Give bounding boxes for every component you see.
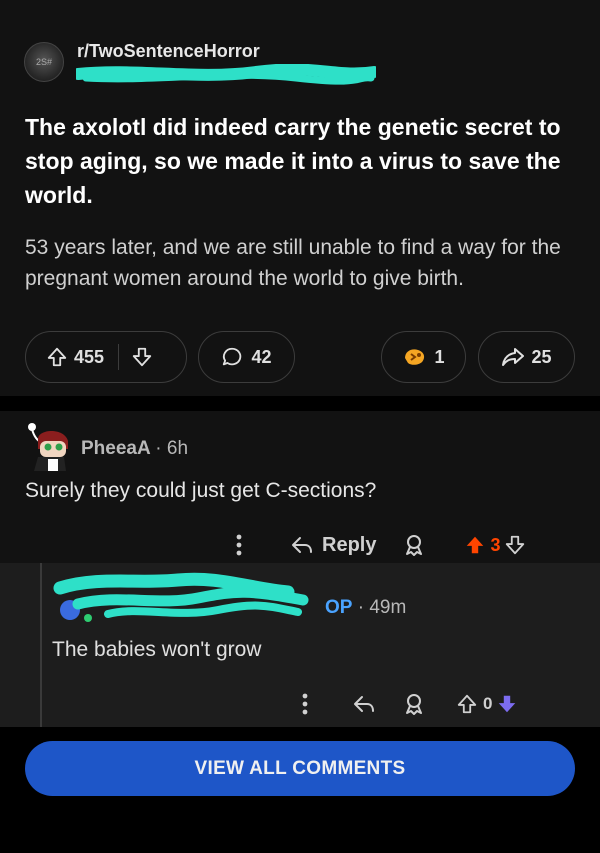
reply-button[interactable]: Reply — [290, 534, 376, 557]
view-all-comments-button[interactable]: VIEW ALL COMMENTS — [25, 741, 575, 796]
award-icon — [402, 346, 428, 368]
more-options-icon[interactable] — [226, 534, 252, 556]
subreddit-avatar-text: 2S# — [35, 57, 52, 67]
reply-text: The babies won't grow — [52, 638, 262, 661]
reply-arrow-icon[interactable] — [352, 694, 376, 714]
upvote-arrow-icon[interactable] — [456, 693, 478, 715]
award-button[interactable]: 1 — [381, 331, 466, 383]
comment-count: 42 — [251, 346, 272, 367]
comment-text: Surely they could just get C-sections? — [25, 479, 377, 502]
thread-line[interactable] — [40, 563, 42, 727]
subreddit-avatar[interactable]: 2S# — [24, 42, 64, 82]
reply-score: 0 — [483, 694, 493, 713]
award-ribbon-icon[interactable] — [402, 533, 426, 557]
reply-time-sep: · — [357, 597, 370, 618]
reply-actions: 0 — [292, 687, 518, 721]
vote-control: 455 — [25, 331, 187, 383]
reply-label: Reply — [322, 533, 377, 556]
comment-time: · 6h — [155, 438, 189, 459]
upvote-active-icon[interactable] — [464, 534, 486, 556]
user-avatar[interactable] — [24, 419, 76, 471]
award-count: 1 — [434, 346, 445, 367]
reply-meta: OP · 49m — [325, 597, 406, 619]
subreddit-name[interactable]: r/TwoSentenceHorror — [77, 41, 260, 62]
comment-bubble-icon — [221, 346, 243, 368]
share-count: 25 — [531, 346, 552, 367]
redacted-scribble — [76, 64, 376, 85]
upvote-count: 455 — [74, 346, 105, 367]
upvote-button[interactable]: 455 — [46, 346, 104, 368]
reply-arrow-icon — [290, 535, 314, 555]
downvote-active-icon[interactable] — [496, 693, 518, 715]
post-title[interactable]: The axolotl did indeed carry the genetic… — [25, 110, 565, 212]
comment-time-value: 6h — [166, 438, 189, 459]
op-badge: OP — [325, 597, 353, 618]
reply-time: 49m — [369, 597, 407, 618]
comments-button[interactable]: 42 — [198, 331, 295, 383]
vote-divider — [118, 344, 120, 370]
share-arrow-icon — [501, 346, 525, 368]
share-button[interactable]: 25 — [478, 331, 575, 383]
award-ribbon-icon[interactable] — [402, 692, 426, 716]
upvote-arrow-icon — [46, 346, 68, 368]
comment-actions: Reply 3 — [226, 528, 526, 562]
comment-meta: PheeaA · 6h — [81, 438, 188, 460]
comment-score: 3 — [490, 534, 501, 555]
downvote-arrow-icon[interactable] — [131, 346, 153, 368]
more-options-icon[interactable] — [292, 693, 318, 715]
post-body: 53 years later, and we are still unable … — [25, 236, 561, 290]
comment-author[interactable]: PheeaA — [81, 438, 150, 459]
redacted-scribble — [53, 572, 309, 622]
downvote-arrow-icon[interactable] — [504, 534, 526, 556]
